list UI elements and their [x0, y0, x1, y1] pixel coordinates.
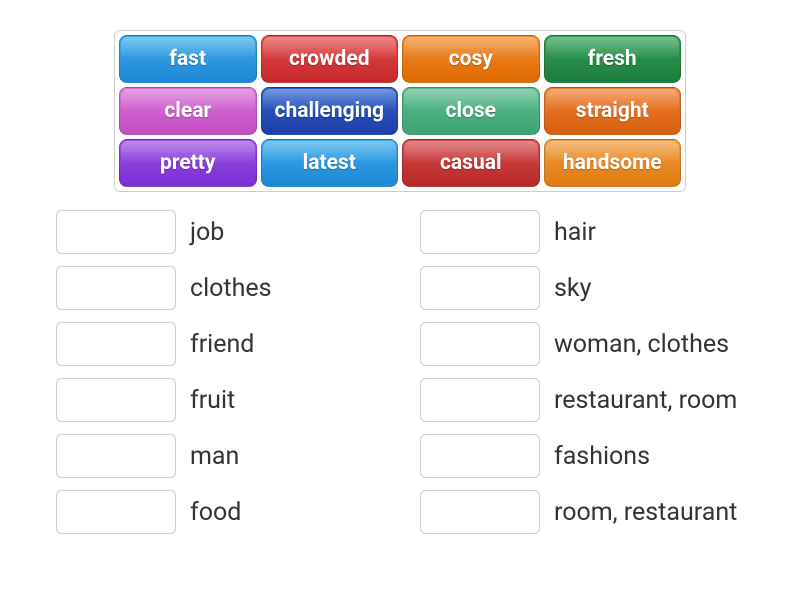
answer-row: job: [56, 210, 416, 254]
answer-label: restaurant, room: [554, 386, 737, 415]
word-tile[interactable]: fresh: [544, 35, 682, 83]
dropzone[interactable]: [420, 266, 540, 310]
word-tile[interactable]: challenging: [261, 87, 399, 135]
dropzone[interactable]: [56, 210, 176, 254]
dropzone[interactable]: [420, 490, 540, 534]
dropzone[interactable]: [420, 210, 540, 254]
dropzone[interactable]: [56, 266, 176, 310]
answer-label: friend: [190, 330, 254, 359]
dropzone[interactable]: [56, 434, 176, 478]
word-tile[interactable]: handsome: [544, 139, 682, 187]
answer-row: fashions: [420, 434, 780, 478]
answer-label: food: [190, 498, 241, 527]
answer-row: food: [56, 490, 416, 534]
tile-label: casual: [440, 151, 502, 175]
answer-row: sky: [420, 266, 780, 310]
tile-label: cosy: [449, 47, 493, 71]
answer-row: room, restaurant: [420, 490, 780, 534]
answer-row: man: [56, 434, 416, 478]
answer-label: man: [190, 442, 239, 471]
tile-label: clear: [164, 99, 211, 123]
tile-label: fast: [169, 47, 206, 71]
answer-row: clothes: [56, 266, 416, 310]
answer-label: clothes: [190, 274, 272, 303]
dropzone[interactable]: [56, 322, 176, 366]
tile-label: fresh: [588, 47, 637, 71]
word-tile[interactable]: fast: [119, 35, 257, 83]
answer-label: woman, clothes: [554, 330, 729, 359]
answer-label: fruit: [190, 386, 235, 415]
word-tile[interactable]: pretty: [119, 139, 257, 187]
tile-label: straight: [576, 99, 649, 123]
tile-label: close: [446, 99, 496, 123]
dropzone[interactable]: [420, 378, 540, 422]
answer-label: hair: [554, 218, 596, 247]
answer-label: fashions: [554, 442, 650, 471]
tile-label: crowded: [289, 47, 370, 71]
tile-label: handsome: [563, 151, 662, 175]
tile-label: pretty: [160, 151, 215, 175]
answers-grid: job hair clothes sky friend woman, cloth…: [20, 210, 780, 534]
dropzone[interactable]: [56, 490, 176, 534]
answer-label: job: [190, 218, 224, 247]
word-tile[interactable]: close: [402, 87, 540, 135]
dropzone[interactable]: [420, 322, 540, 366]
word-bank: fast crowded cosy fresh clear challengin…: [114, 30, 686, 192]
word-tile[interactable]: cosy: [402, 35, 540, 83]
tile-label: challenging: [275, 99, 385, 123]
dropzone[interactable]: [420, 434, 540, 478]
answer-label: sky: [554, 274, 591, 303]
word-tile[interactable]: latest: [261, 139, 399, 187]
answer-row: fruit: [56, 378, 416, 422]
word-tile[interactable]: clear: [119, 87, 257, 135]
answer-row: restaurant, room: [420, 378, 780, 422]
answer-row: hair: [420, 210, 780, 254]
word-tile[interactable]: crowded: [261, 35, 399, 83]
answer-label: room, restaurant: [554, 498, 737, 527]
word-tile[interactable]: straight: [544, 87, 682, 135]
tile-label: latest: [303, 151, 356, 175]
dropzone[interactable]: [56, 378, 176, 422]
answer-row: woman, clothes: [420, 322, 780, 366]
word-tile[interactable]: casual: [402, 139, 540, 187]
answer-row: friend: [56, 322, 416, 366]
